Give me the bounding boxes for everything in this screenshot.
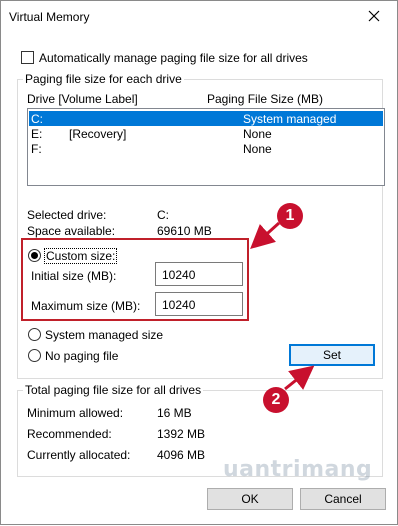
annotation-badge-2: 2 [263, 387, 289, 413]
annotation-arrows [250, 221, 315, 391]
virtual-memory-dialog: Virtual Memory Automatically manage pagi… [0, 0, 398, 525]
arrow-1-icon [250, 221, 281, 250]
arrow-2-icon [284, 365, 315, 391]
annotation-badge-1: 1 [277, 203, 303, 229]
